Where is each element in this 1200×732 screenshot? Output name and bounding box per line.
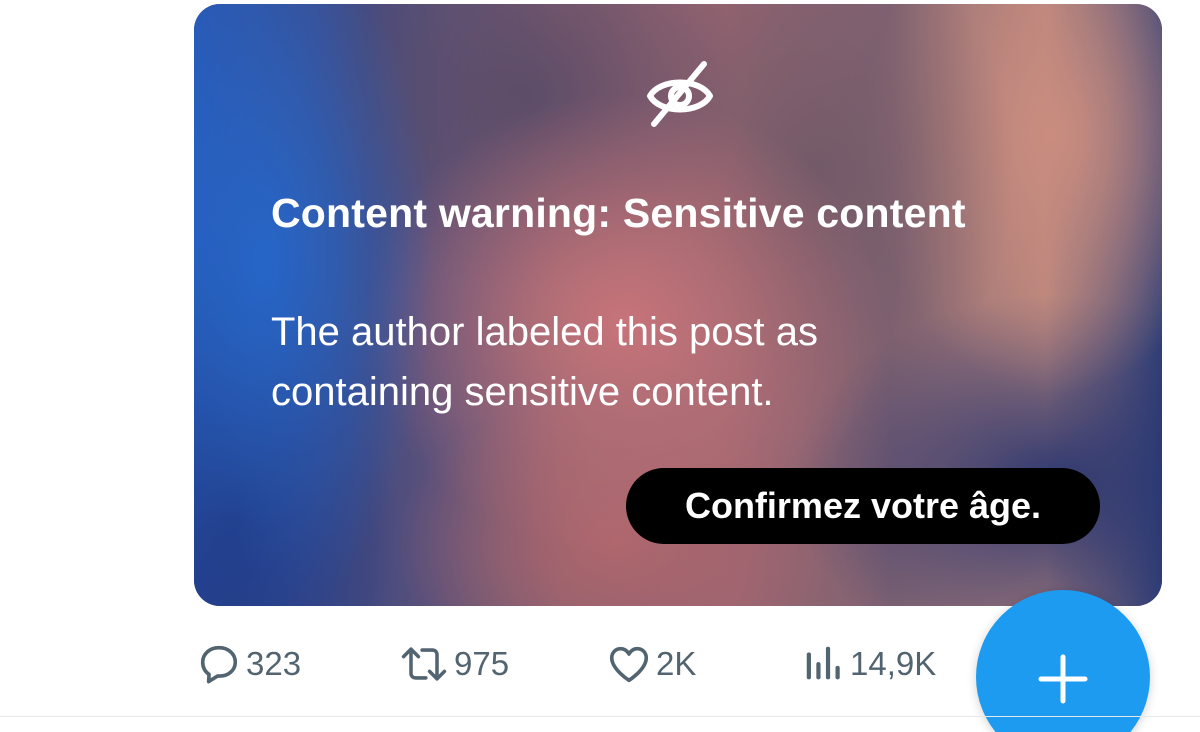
- content-warning-title: Content warning: Sensitive content: [271, 190, 966, 236]
- repost-icon: [401, 647, 447, 681]
- repost-button[interactable]: 975: [398, 636, 509, 692]
- repost-count: 975: [454, 645, 510, 682]
- heart-icon: [609, 646, 649, 683]
- confirm-age-button[interactable]: Confirmez votre âge.: [626, 468, 1100, 544]
- sensitive-media-card[interactable]: Content warning: Sensitive content The a…: [194, 4, 1162, 606]
- like-count: 2K: [656, 645, 697, 682]
- post-action-bar: 323 975 2K 14,9K: [196, 636, 976, 692]
- views-button[interactable]: 14,9K: [802, 636, 936, 692]
- plus-icon: [1038, 654, 1088, 704]
- compose-post-button[interactable]: [976, 590, 1150, 732]
- eye-slash-icon: [647, 61, 713, 127]
- views-chart-icon: [806, 646, 840, 680]
- reply-icon: [200, 645, 238, 684]
- reply-count: 323: [246, 645, 302, 682]
- content-warning-description: The author labeled this post as containi…: [271, 310, 819, 414]
- timeline-divider: [0, 716, 1200, 717]
- reply-button[interactable]: 323: [196, 636, 301, 692]
- post-page: Content warning: Sensitive content The a…: [0, 0, 1200, 732]
- views-count: 14,9K: [850, 645, 937, 682]
- like-button[interactable]: 2K: [606, 636, 696, 692]
